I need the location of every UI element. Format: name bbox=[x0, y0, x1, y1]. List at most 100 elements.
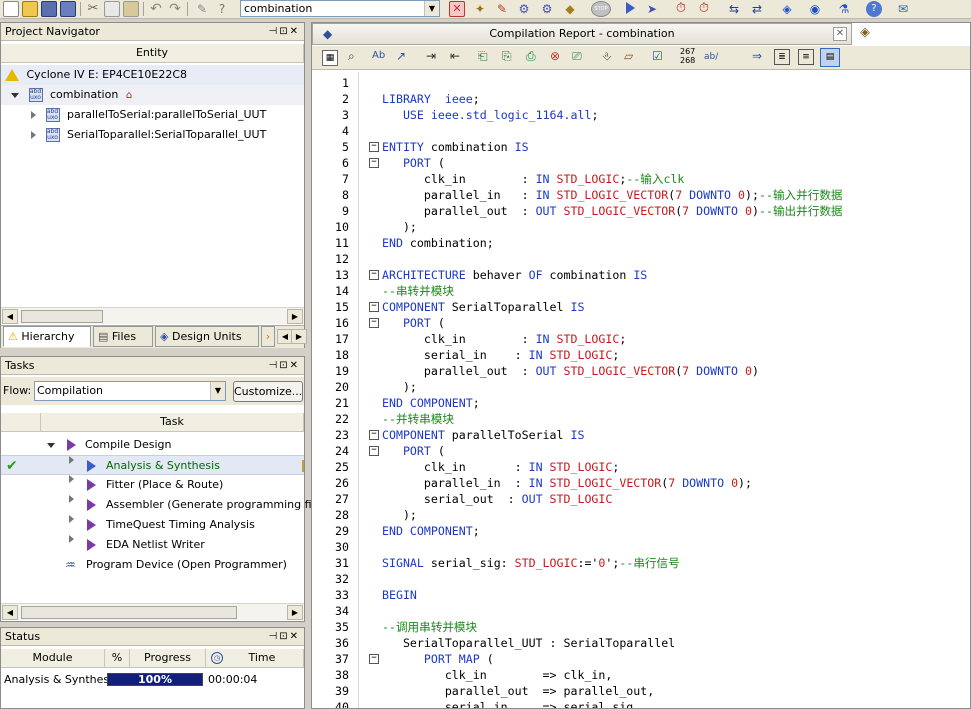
task-row[interactable]: Fitter (Place & Route) bbox=[1, 475, 304, 495]
gear-icon[interactable]: ⚙ bbox=[516, 1, 532, 17]
file-tab-icon[interactable]: ◈ bbox=[860, 25, 870, 40]
programmer-icon[interactable]: ◉ bbox=[807, 1, 823, 17]
collapse-arrow-icon[interactable] bbox=[69, 456, 74, 464]
goto-icon[interactable]: ↗ bbox=[396, 49, 406, 63]
code-line[interactable]: 40 serial_in => serial_sig bbox=[312, 699, 970, 708]
code-line[interactable]: 32 bbox=[312, 571, 970, 587]
code-line[interactable]: 34 bbox=[312, 603, 970, 619]
arrow-right-icon[interactable]: ⇒ bbox=[752, 49, 762, 63]
code-line[interactable]: 21 END COMPONENT; bbox=[312, 395, 970, 411]
rtl-viewer-icon[interactable]: ⇄ bbox=[749, 1, 765, 17]
editor-tab[interactable]: ◆ Compilation Report - combination ✕ bbox=[312, 23, 852, 45]
code-line[interactable]: 7 clk_in : IN STD_LOGIC;--输入clk bbox=[312, 171, 970, 187]
find-icon[interactable]: ⌕ bbox=[348, 49, 355, 64]
code-area[interactable]: 1 2 LIBRARY ieee; 3 USE ieee.std_logic_1164… bbox=[312, 72, 970, 708]
task-row[interactable]: Assembler (Generate programming files) bbox=[1, 495, 331, 515]
child-entity-row[interactable]: abd uxo parallelToSerial:parallelToSerial… bbox=[1, 105, 304, 125]
start-analysis-icon[interactable]: ➤ bbox=[644, 1, 660, 17]
code-line[interactable]: 38 clk_in => clk_in, bbox=[312, 667, 970, 683]
copy-icon[interactable] bbox=[104, 1, 120, 17]
code-line[interactable]: 20 ); bbox=[312, 379, 970, 395]
horizontal-scrollbar[interactable]: ◀ ▶ bbox=[1, 307, 304, 324]
code-line[interactable]: 13 − ARCHITECTURE behaver OF combination I… bbox=[312, 267, 970, 283]
code-line[interactable]: 23 − COMPONENT parallelToSerial IS bbox=[312, 427, 970, 443]
time-column-header[interactable]: ◷ Time bbox=[206, 649, 304, 668]
tab-files[interactable]: ▤ Files bbox=[93, 326, 153, 347]
flow-select[interactable]: Compilation ▼ bbox=[34, 381, 226, 401]
panel-controls-icon[interactable]: ⊣⊡✕ bbox=[269, 23, 300, 40]
code-line[interactable]: 36 SerialToparallel_UUT : SerialToparall… bbox=[312, 635, 970, 651]
code-line[interactable]: 16 − PORT ( bbox=[312, 315, 970, 331]
pencil-icon[interactable]: ✎ bbox=[494, 1, 510, 17]
fold-toggle-icon[interactable]: − bbox=[369, 654, 379, 664]
timing-clock-icon[interactable]: ⏱ bbox=[673, 1, 689, 17]
play-icon[interactable] bbox=[87, 460, 96, 472]
comment-icon[interactable]: ⎚ bbox=[572, 49, 582, 64]
code-line[interactable]: 18 serial_in : IN STD_LOGIC; bbox=[312, 347, 970, 363]
percent-column-header[interactable]: % bbox=[105, 649, 130, 668]
top-entity-row[interactable]: abd uxo combination ⌂ bbox=[1, 85, 304, 105]
collapse-arrow-icon[interactable] bbox=[69, 515, 74, 523]
collapse-arrow-icon[interactable] bbox=[31, 111, 36, 119]
scroll-thumb[interactable] bbox=[21, 310, 103, 323]
progress-column-header[interactable]: Progress bbox=[130, 649, 206, 668]
line-numbers-icon[interactable]: 267 268 bbox=[680, 47, 695, 65]
scroll-right-icon[interactable]: ▶ bbox=[287, 605, 303, 620]
chip-planner-icon[interactable]: ✕ bbox=[449, 1, 465, 17]
code-line[interactable]: 27 serial_out : OUT STD_LOGIC bbox=[312, 491, 970, 507]
netlist-icon[interactable]: ⇆ bbox=[726, 1, 742, 17]
code-line[interactable]: 37 − PORT MAP ( bbox=[312, 651, 970, 667]
timequest-icon[interactable]: ⏱ bbox=[696, 1, 712, 17]
signaltap-icon[interactable]: ⚗ bbox=[836, 1, 852, 17]
code-line[interactable]: 35 --调用串转并模块 bbox=[312, 619, 970, 635]
code-line[interactable]: 29 END COMPONENT; bbox=[312, 523, 970, 539]
code-line[interactable]: 33 BEGIN bbox=[312, 587, 970, 603]
status-column-header[interactable] bbox=[1, 413, 41, 432]
horizontal-scrollbar[interactable]: ◀ ▶ bbox=[1, 603, 304, 620]
code-line[interactable]: 25 clk_in : IN STD_LOGIC; bbox=[312, 459, 970, 475]
stop-icon[interactable]: STOP bbox=[591, 1, 611, 17]
panel-controls-icon[interactable]: ⊣⊡✕ bbox=[269, 357, 300, 374]
redo-icon[interactable]: ↷ bbox=[167, 1, 183, 17]
fold-toggle-icon[interactable]: − bbox=[369, 158, 379, 168]
new-file-icon[interactable] bbox=[3, 1, 19, 17]
code-line[interactable]: 9 parallel_out : OUT STD_LOGIC_VECTOR(7 … bbox=[312, 203, 970, 219]
start-compile-icon[interactable] bbox=[622, 1, 638, 17]
panel-controls-icon[interactable]: ⊣⊡✕ bbox=[269, 628, 300, 645]
settings-wand-icon[interactable]: ✦ bbox=[472, 1, 488, 17]
code-line[interactable]: 39 parallel_out => parallel_out, bbox=[312, 683, 970, 699]
fold-toggle-icon[interactable]: − bbox=[369, 318, 379, 328]
scroll-left-icon[interactable]: ◀ bbox=[2, 309, 18, 324]
task-row[interactable]: ♒ Program Device (Open Programmer) bbox=[1, 555, 304, 575]
fold-toggle-icon[interactable]: − bbox=[369, 302, 379, 312]
expand-arrow-icon[interactable] bbox=[47, 442, 55, 448]
close-icon[interactable]: ✕ bbox=[833, 27, 847, 41]
code-line[interactable]: 26 parallel_in : IN STD_LOGIC_VECTOR(7 D… bbox=[312, 475, 970, 491]
chevron-down-icon[interactable]: ▼ bbox=[424, 1, 439, 16]
entity-column-header[interactable]: Entity bbox=[1, 44, 304, 63]
code-line[interactable]: 19 parallel_out : OUT STD_LOGIC_VECTOR(7… bbox=[312, 363, 970, 379]
task-row-selected[interactable]: ✔ Analysis & Synthesis bbox=[1, 455, 304, 475]
code-line[interactable]: 28 ); bbox=[312, 507, 970, 523]
word-wrap-icon[interactable]: ab/ bbox=[704, 52, 718, 62]
collapse-arrow-icon[interactable] bbox=[69, 475, 74, 483]
undo-icon[interactable]: ↶ bbox=[148, 1, 164, 17]
programmer-icon[interactable]: ♒ bbox=[65, 555, 76, 575]
code-line[interactable]: 11 END combination; bbox=[312, 235, 970, 251]
child-entity-row[interactable]: abd uxo SerialToparallel:SerialToparallel… bbox=[1, 125, 304, 145]
bookmark-icon[interactable]: ⎗ bbox=[478, 49, 488, 64]
code-line[interactable]: 4 bbox=[312, 123, 970, 139]
fold-toggle-icon[interactable]: − bbox=[369, 446, 379, 456]
code-line[interactable]: 5 − ENTITY combination IS bbox=[312, 139, 970, 155]
next-bookmark-icon[interactable]: ⎘ bbox=[502, 49, 512, 64]
compile-gear-icon[interactable]: ⚙ bbox=[539, 1, 555, 17]
code-line[interactable]: 2 LIBRARY ieee; bbox=[312, 91, 970, 107]
collapse-arrow-icon[interactable] bbox=[69, 495, 74, 503]
view-split-icon[interactable]: ≡ bbox=[798, 49, 814, 65]
task-row[interactable]: TimeQuest Timing Analysis bbox=[1, 515, 304, 535]
play-icon[interactable] bbox=[87, 539, 96, 551]
tab-hierarchy[interactable]: ⚠ Hierarchy bbox=[3, 326, 91, 347]
code-line[interactable]: 31 SIGNAL serial_sig: STD_LOGIC:='0';--串行… bbox=[312, 555, 970, 571]
fold-toggle-icon[interactable]: − bbox=[369, 142, 379, 152]
help-icon[interactable]: ? bbox=[866, 1, 882, 17]
